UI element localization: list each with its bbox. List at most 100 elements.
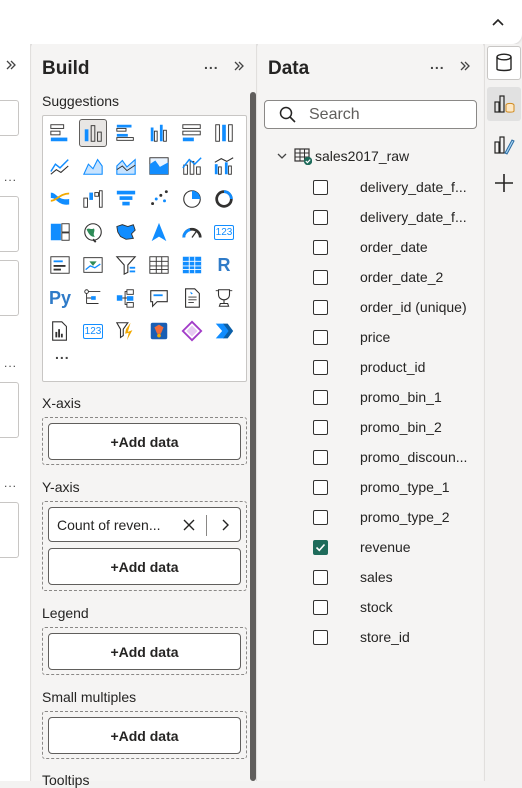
visual-line-and-stacked-column-chart-button[interactable] [179,153,205,179]
field-row[interactable]: order_id (unique) [313,295,478,319]
visual-key-influencers-button[interactable] [80,285,106,311]
filter-card[interactable] [0,196,19,252]
field-checkbox[interactable] [313,569,328,585]
visual-kpi-button[interactable] [80,252,106,278]
visual-line-and-clustered-column-chart-button[interactable] [211,153,237,179]
visual-filled-map-button[interactable] [113,219,139,245]
build-more-options-icon[interactable]: ... [204,56,219,72]
visual-slicer-button[interactable] [113,252,139,278]
visual-stacked-column-chart-button[interactable] [79,119,107,147]
search-input[interactable] [309,103,469,126]
field-row[interactable]: revenue [313,535,478,559]
filter-card[interactable] [0,382,19,438]
visual-new-card-button[interactable]: 123 [80,318,106,344]
filter-card[interactable] [0,502,19,558]
field-checkbox[interactable] [313,179,328,195]
visual-scatter-chart-button[interactable] [146,186,172,212]
visual-power-automate-flow-button[interactable] [211,318,237,344]
visual-smart-narrative-button[interactable] [179,285,205,311]
visual-matrix-button[interactable] [179,252,205,278]
add-pane-button[interactable] [487,166,521,200]
chevron-up-icon[interactable] [490,14,506,30]
visual-line-chart-button[interactable] [47,153,73,179]
field-row[interactable]: order_date_2 [313,265,478,289]
visual-decomposition-tree-button[interactable] [113,285,139,311]
visual-paginated-report-button[interactable] [47,318,73,344]
visual-gauge-button[interactable] [179,219,205,245]
chevron-right-icon[interactable] [219,518,231,532]
collapse-build-pane-icon[interactable] [232,59,246,73]
field-checkbox[interactable] [313,209,328,225]
more-visuals-icon[interactable]: ... [55,346,70,362]
visual-clustered-column-chart-button[interactable] [146,120,172,146]
y-axis-add-data-button[interactable]: +Add data [48,548,241,585]
build-pane-button[interactable] [487,87,521,121]
visual-map-button[interactable] [80,219,106,245]
visual-funnel-chart-button[interactable] [113,186,139,212]
field-row[interactable]: sales [313,565,478,589]
field-row[interactable]: promo_type_2 [313,505,478,529]
visual-treemap-button[interactable] [47,219,73,245]
visual-power-apps-button[interactable] [146,318,172,344]
visual-multi-row-card-button[interactable] [47,252,73,278]
visual-ribbon-chart-button[interactable] [47,186,73,212]
visual-clustered-bar-chart-button[interactable] [113,120,139,146]
field-row[interactable]: order_date [313,235,478,259]
visual-table-button[interactable] [146,252,172,278]
data-more-options-icon[interactable]: ... [430,56,445,72]
field-row[interactable]: delivery_date_f... [313,205,478,229]
field-checkbox[interactable] [313,299,328,315]
visual-card-button[interactable]: 123 [211,219,237,245]
visual-100-stacked-area-chart-button[interactable] [146,153,172,179]
data-pane-button[interactable] [487,46,521,80]
table-node[interactable]: sales2017_raw [276,144,409,168]
visual-100-stacked-column-chart-button[interactable] [211,120,237,146]
field-row[interactable]: product_id [313,355,478,379]
field-checkbox[interactable] [313,239,328,255]
x-axis-add-data-button[interactable]: +Add data [48,423,241,460]
field-checkbox[interactable] [313,419,328,435]
expand-filters-icon[interactable] [5,59,17,71]
format-pane-button[interactable] [487,128,521,162]
field-checkbox[interactable] [313,599,328,615]
visual-pie-chart-button[interactable] [179,186,205,212]
collapse-data-pane-icon[interactable] [458,59,472,73]
filter-card[interactable] [0,260,19,316]
field-checkbox[interactable] [313,449,328,465]
filter-card[interactable] [0,100,19,136]
visual-r-script-visual-button[interactable]: R [211,252,237,278]
visual-goals-button[interactable] [211,285,237,311]
visual-stacked-area-chart-button[interactable] [113,153,139,179]
field-row[interactable]: promo_type_1 [313,475,478,499]
visual-waterfall-chart-button[interactable] [80,186,106,212]
legend-add-data-button[interactable]: +Add data [48,633,241,670]
field-checkbox[interactable] [313,479,328,495]
field-checkbox[interactable] [313,389,328,405]
field-checkbox[interactable] [313,509,328,525]
more-options-icon[interactable]: ... [4,476,17,490]
visual-python-visual-button[interactable]: Py [47,285,73,311]
build-scrollbar[interactable] [250,92,256,781]
visual-donut-chart-button[interactable] [211,186,237,212]
visual-stacked-bar-chart-button[interactable] [47,120,73,146]
field-row[interactable]: store_id [313,625,478,649]
field-row[interactable]: stock [313,595,478,619]
field-checkbox[interactable] [313,329,328,345]
field-checkbox[interactable] [313,269,328,285]
field-checkbox[interactable] [313,359,328,375]
small-multiples-add-data-button[interactable]: +Add data [48,717,241,754]
data-search-box[interactable] [264,100,477,129]
field-row[interactable]: delivery_date_f... [313,175,478,199]
visual-qa-visual-button[interactable] [146,285,172,311]
visual-100-stacked-bar-chart-button[interactable] [179,120,205,146]
remove-field-icon[interactable] [182,518,196,532]
field-checkbox[interactable] [313,629,328,645]
field-row[interactable]: promo_discoun... [313,445,478,469]
field-checkbox[interactable] [313,539,328,555]
y-axis-field-pill[interactable]: Count of reven... [48,507,241,542]
visual-area-chart-button[interactable] [80,153,106,179]
field-row[interactable]: promo_bin_1 [313,385,478,409]
visual-new-slicer-button[interactable] [113,318,139,344]
visual-azure-map-button[interactable] [146,219,172,245]
chevron-down-icon[interactable] [276,150,288,162]
